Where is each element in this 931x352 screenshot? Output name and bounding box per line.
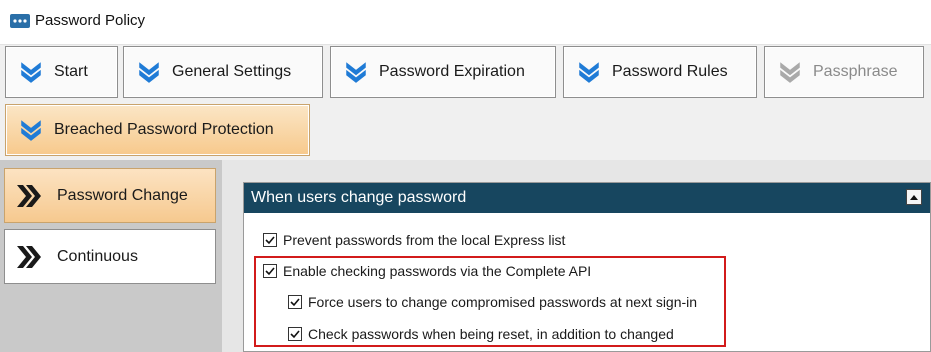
option-label: Enable checking passwords via the Comple…	[283, 263, 592, 279]
general-settings-label: General Settings	[172, 63, 292, 80]
sidebar-item-password-change[interactable]: Password Change	[4, 168, 216, 223]
option-label: Prevent passwords from the local Express…	[283, 232, 566, 248]
password-expiration-label: Password Expiration	[379, 63, 525, 80]
checkmark-icon	[265, 267, 275, 276]
chevron-double-down-icon	[18, 117, 44, 143]
option-check-on-reset[interactable]: Check passwords when being reset, in add…	[288, 326, 674, 342]
general-settings-button[interactable]: General Settings	[123, 46, 323, 98]
chevron-double-down-icon	[777, 59, 803, 85]
title-bar: Password Policy	[0, 0, 931, 45]
option-force-change-compromised[interactable]: Force users to change compromised passwo…	[288, 294, 697, 310]
checkmark-icon	[290, 330, 300, 339]
option-label: Check passwords when being reset, in add…	[308, 326, 674, 342]
password-rules-label: Password Rules	[612, 63, 728, 80]
checkbox[interactable]	[288, 295, 302, 309]
start-button-label: Start	[54, 63, 88, 80]
window-title: Password Policy	[35, 12, 146, 29]
password-expiration-button[interactable]: Password Expiration	[330, 46, 556, 98]
checkbox[interactable]	[288, 327, 302, 341]
chevron-double-down-icon	[136, 59, 162, 85]
sidebar-item-label: Password Change	[57, 186, 188, 204]
group-header: When users change password	[244, 183, 930, 213]
start-button[interactable]: Start	[5, 46, 118, 98]
chevron-double-right-icon	[15, 182, 43, 210]
chevron-double-right-icon	[15, 243, 43, 271]
option-label: Force users to change compromised passwo…	[308, 294, 698, 310]
chevron-double-down-icon	[343, 59, 369, 85]
chevron-double-down-icon	[18, 59, 44, 85]
group-title: When users change password	[251, 189, 467, 206]
breached-password-protection-label: Breached Password Protection	[54, 121, 274, 138]
checkmark-icon	[265, 236, 275, 245]
passphrase-button[interactable]: Passphrase	[764, 46, 924, 98]
collapse-button[interactable]	[906, 189, 922, 205]
option-prevent-local-express[interactable]: Prevent passwords from the local Express…	[263, 232, 565, 248]
passphrase-label: Passphrase	[813, 63, 898, 80]
checkbox[interactable]	[263, 264, 277, 278]
option-enable-complete-api[interactable]: Enable checking passwords via the Comple…	[263, 263, 591, 279]
app-window-icon	[10, 14, 30, 28]
chevron-up-icon	[910, 195, 918, 200]
password-rules-button[interactable]: Password Rules	[563, 46, 757, 98]
sidebar-item-continuous[interactable]: Continuous	[4, 229, 216, 284]
chevron-double-down-icon	[576, 59, 602, 85]
checkbox[interactable]	[263, 233, 277, 247]
checkmark-icon	[290, 298, 300, 307]
breached-password-protection-button[interactable]: Breached Password Protection	[5, 104, 310, 156]
sidebar-item-label: Continuous	[57, 247, 138, 265]
sidebar: Password Change Continuous	[0, 160, 222, 352]
